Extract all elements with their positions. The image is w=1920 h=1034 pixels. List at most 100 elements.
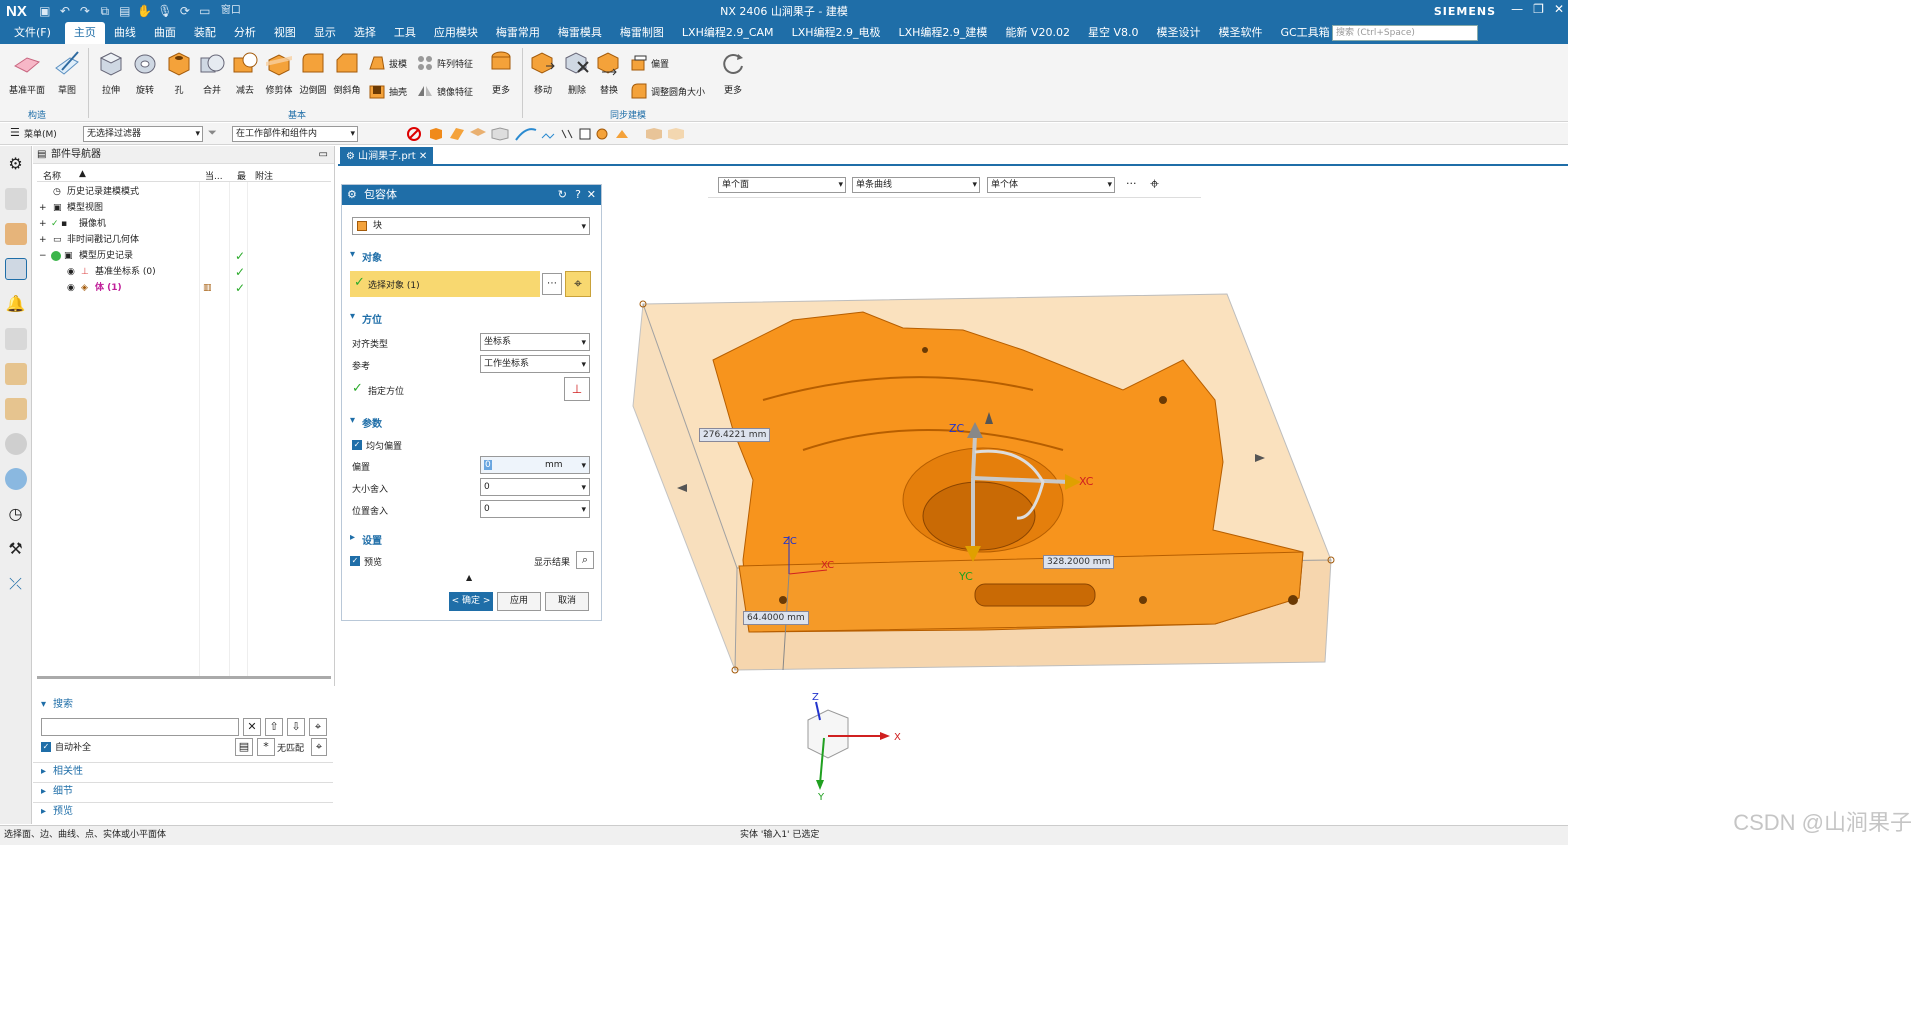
paste-icon[interactable]: ▤	[117, 3, 133, 19]
face-rule-select[interactable]: 单个面	[718, 177, 846, 193]
tree-node-model-views[interactable]: + ▣ 模型视图	[37, 200, 331, 216]
tab-mosheng-design[interactable]: 模圣设计	[1147, 22, 1209, 44]
tab-lxh-electrode[interactable]: LXH编程2.9_电极	[783, 22, 890, 44]
tab-meilei-common[interactable]: 梅雷常用	[487, 22, 549, 44]
window-menu[interactable]: 窗口	[217, 3, 245, 19]
fullscreen-icon[interactable]: ⛶	[1843, 24, 1851, 41]
touch-mode-icon[interactable]: ✋	[137, 3, 153, 19]
match-target-icon[interactable]: ⌖	[311, 738, 327, 756]
snap-crosshair-button[interactable]: ⌖	[565, 271, 591, 297]
redo-icon[interactable]: ↷	[77, 3, 93, 19]
align-type-select[interactable]: 坐标系	[480, 333, 590, 351]
move-face-button[interactable]: 移动	[526, 44, 560, 96]
sync-more-button[interactable]: 更多	[716, 44, 750, 96]
trim-body-button[interactable]: 修剪体	[262, 44, 296, 96]
tab-view[interactable]: 视图	[265, 22, 305, 44]
search-down-icon[interactable]: ⇩	[287, 718, 305, 736]
tree-node-non-timestamp[interactable]: + ▭ 非时间戳记几何体	[37, 232, 331, 248]
ok-button[interactable]: < 确定 >	[449, 592, 493, 611]
offset-input[interactable]: 0 mm	[480, 456, 590, 474]
reference-select[interactable]: 工作坐标系	[480, 355, 590, 373]
horizontal-scrollbar[interactable]	[37, 676, 331, 679]
column-latest[interactable]: 最	[237, 169, 246, 182]
role-icon[interactable]: ⤫	[5, 573, 27, 595]
dialog-close-icon[interactable]: ✕	[587, 185, 596, 205]
tab-lxh-cam[interactable]: LXH编程2.9_CAM	[673, 22, 783, 44]
tree-node-model-history[interactable]: − ▣ 模型历史记录 ✓	[37, 248, 331, 264]
chamfer-button[interactable]: 倒斜角	[330, 44, 364, 96]
dialog-gear-icon[interactable]: ⚙	[347, 185, 357, 205]
web-browser-icon[interactable]	[4, 398, 27, 420]
visibility-eye-icon[interactable]: ◉	[67, 280, 75, 296]
dimension-label-width[interactable]: 276.4221 mm	[699, 428, 771, 442]
tab-analysis[interactable]: 分析	[225, 22, 265, 44]
object-section-header[interactable]: 对象	[348, 249, 598, 264]
minimize-icon[interactable]: —	[1511, 2, 1523, 16]
tab-assembly[interactable]: 装配	[185, 22, 225, 44]
replace-face-button[interactable]: 替换	[592, 44, 626, 96]
more-dots-icon[interactable]: ···	[1126, 177, 1137, 190]
undo-icon[interactable]: ↶	[57, 3, 73, 19]
basic-more-button[interactable]: 更多	[484, 44, 518, 96]
offset-region-button[interactable]: 偏置	[630, 54, 669, 72]
snap-point-tools[interactable]	[366, 126, 686, 142]
body-rule-select[interactable]: 单个体	[987, 177, 1115, 193]
position-rounding-input[interactable]: 0	[480, 500, 590, 518]
clock-icon[interactable]: ◷	[5, 503, 27, 525]
expand-icon[interactable]: +	[39, 200, 47, 216]
tree-node-body[interactable]: ◉ ◈ 体 (1) ▥ ✓	[37, 280, 331, 296]
assembly-navigator-icon[interactable]	[4, 188, 27, 210]
copy-icon[interactable]: ⧉	[97, 3, 113, 19]
details-section-header[interactable]: 细节	[33, 782, 333, 801]
tab-select[interactable]: 选择	[345, 22, 385, 44]
repeat-command-icon[interactable]: ⟳	[177, 3, 193, 19]
expand-icon[interactable]: +	[39, 232, 47, 248]
column-current[interactable]: 当...	[205, 169, 223, 182]
dialog-help-icon[interactable]: ?	[575, 185, 581, 205]
unite-button[interactable]: 合并	[195, 44, 229, 96]
draft-button[interactable]: 拔模	[368, 54, 407, 72]
csys-dialog-button[interactable]: ⊥	[564, 377, 590, 401]
globe-icon[interactable]	[4, 468, 27, 490]
notification-bell-icon[interactable]: 🔔	[5, 293, 27, 315]
tab-meilei-mold[interactable]: 梅雷模具	[549, 22, 611, 44]
curve-rule-select[interactable]: 单条曲线	[852, 177, 980, 193]
tab-nengxin[interactable]: 能新 V20.02	[996, 22, 1079, 44]
maximize-pane-icon[interactable]: ▭	[319, 146, 328, 164]
settings-section-header[interactable]: 设置	[348, 532, 598, 547]
microphone-icon[interactable]: 🎙	[157, 3, 173, 19]
shell-button[interactable]: 抽壳	[368, 82, 407, 100]
uniform-offset-checkbox[interactable]: ✓	[352, 440, 362, 450]
selection-scope-select[interactable]: 在工作部件和组件内	[232, 126, 358, 142]
size-rounding-input[interactable]: 0	[480, 478, 590, 496]
window-icon[interactable]: ▭	[197, 3, 213, 19]
pattern-feature-button[interactable]: 阵列特征	[416, 54, 473, 72]
tab-display[interactable]: 显示	[305, 22, 345, 44]
search-up-icon[interactable]: ⇧	[265, 718, 283, 736]
menu-list-icon[interactable]: ☰	[10, 126, 20, 139]
snap-target-icon[interactable]: ⌖	[1150, 174, 1159, 194]
wildcard-icon[interactable]: *	[257, 738, 275, 756]
dimension-label-length[interactable]: 328.2000 mm	[1043, 555, 1115, 569]
type-filter-select[interactable]: 无选择过滤器	[83, 126, 203, 142]
column-note[interactable]: 附注	[255, 169, 273, 182]
object-list-button[interactable]: ⋯	[542, 273, 562, 295]
tab-close-icon[interactable]: ✕	[419, 151, 427, 162]
close-icon[interactable]: ✕	[1554, 2, 1564, 16]
collapse-more-icon[interactable]: ▲	[466, 573, 472, 582]
edge-blend-button[interactable]: 边倒圆	[296, 44, 330, 96]
extrude-button[interactable]: 拉伸	[94, 44, 128, 96]
tab-mosheng-software[interactable]: 模圣软件	[1209, 22, 1271, 44]
navigator-search-input[interactable]	[41, 718, 239, 736]
search-options-icon[interactable]: ▤	[235, 738, 253, 756]
dimension-label-height[interactable]: 64.4000 mm	[743, 611, 809, 625]
hole-button[interactable]: 孔	[162, 44, 196, 96]
save-icon[interactable]: ▣	[37, 3, 53, 19]
delete-face-button[interactable]: 删除	[560, 44, 594, 96]
more-options-icon[interactable]: ⋮	[1900, 24, 1912, 41]
search-section-header[interactable]: 搜索	[33, 696, 335, 714]
file-menu[interactable]: 文件(F)	[0, 22, 65, 44]
visibility-eye-icon[interactable]: ◉	[67, 264, 75, 280]
collapse-icon[interactable]: −	[39, 248, 47, 264]
tab-surface[interactable]: 曲面	[145, 22, 185, 44]
